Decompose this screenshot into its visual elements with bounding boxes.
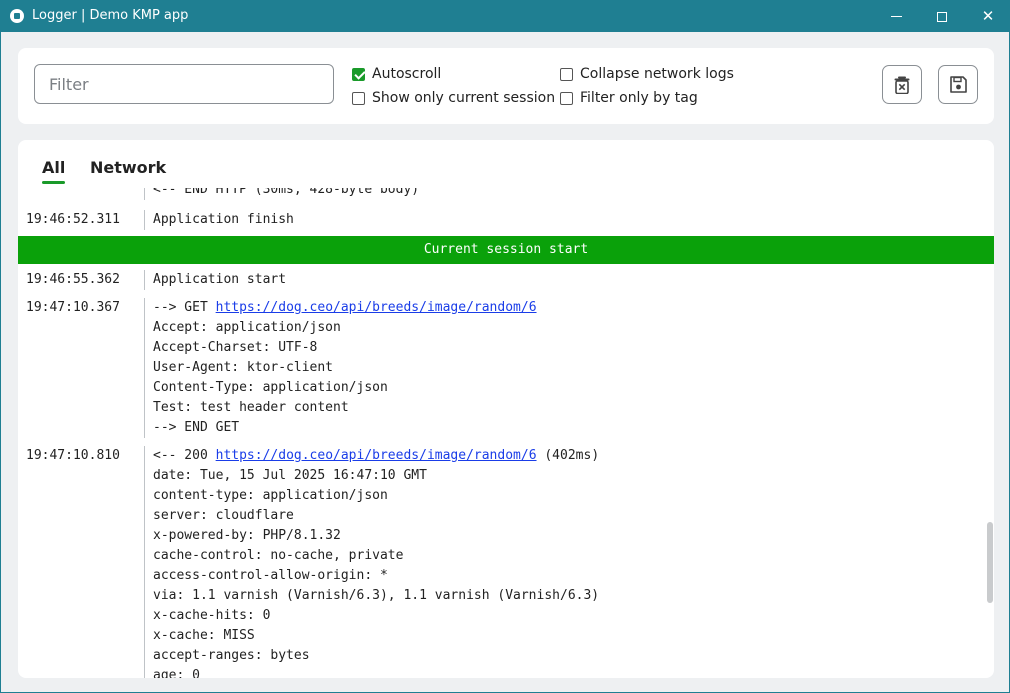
log-line: <-- END HTTP (30ms, 428-byte body): [153, 188, 420, 197]
log-line: Accept-Charset: UTF-8: [153, 340, 318, 355]
request-url-link[interactable]: https://dog.ceo/api/breeds/image/random/…: [216, 300, 537, 315]
collapse-network-box[interactable]: [560, 67, 573, 81]
show-current-session-box[interactable]: [352, 91, 365, 105]
save-logs-button[interactable]: [938, 65, 978, 104]
session-start-banner: Current session start: [18, 236, 994, 264]
response-status: <-- 200: [153, 448, 216, 463]
log-scrollbar[interactable]: [987, 522, 993, 603]
title-bar[interactable]: Logger | Demo KMP app ✕: [1, 1, 1010, 32]
toolbar: Autoscroll Show only current session Col…: [18, 48, 994, 124]
log-line: server: cloudflare: [153, 508, 294, 523]
maximize-icon: [937, 11, 947, 22]
log-line: accept-ranges: bytes: [153, 648, 310, 663]
filter-by-tag-box[interactable]: [560, 91, 573, 105]
log-line: User-Agent: ktor-client: [153, 360, 334, 375]
request-method: --> GET: [153, 300, 216, 315]
log-line: x-powered-by: PHP/8.1.32: [153, 528, 341, 543]
autoscroll-label: Autoscroll: [372, 66, 442, 82]
log-timestamp: 19:47:10.367: [26, 300, 120, 315]
log-entry[interactable]: 19:46:55.362 Application start: [18, 270, 978, 290]
filter-input[interactable]: [34, 64, 334, 104]
collapse-network-checkbox[interactable]: Collapse network logs: [560, 66, 734, 82]
log-line: age: 0: [153, 668, 200, 678]
log-list[interactable]: <-- END HTTP (30ms, 428-byte body) 19:46…: [18, 188, 994, 678]
log-line: date: Tue, 15 Jul 2025 16:47:10 GMT: [153, 468, 427, 483]
save-icon: [949, 76, 967, 93]
log-entry[interactable]: 19:46:52.311 Application finish: [18, 210, 978, 230]
close-icon: ✕: [981, 7, 995, 25]
autoscroll-checkbox[interactable]: Autoscroll: [352, 66, 441, 82]
show-current-session-checkbox[interactable]: Show only current session: [352, 90, 555, 106]
close-button[interactable]: ✕: [965, 1, 1010, 32]
minimize-button[interactable]: [873, 1, 919, 32]
log-line: Accept: application/json: [153, 320, 341, 335]
log-entry[interactable]: 19:47:10.810 <-- 200 https://dog.ceo/api…: [18, 446, 978, 678]
delete-icon: [894, 76, 910, 94]
log-line: access-control-allow-origin: *: [153, 568, 388, 583]
log-panel: All Network <-- END HTTP (30ms, 428-byte…: [18, 140, 994, 678]
tab-network[interactable]: Network: [90, 158, 166, 177]
response-url-link[interactable]: https://dog.ceo/api/breeds/image/random/…: [216, 448, 537, 463]
log-line: x-cache: MISS: [153, 628, 255, 643]
log-entry[interactable]: 19:47:10.367 --> GET https://dog.ceo/api…: [18, 298, 978, 438]
log-line: via: 1.1 varnish (Varnish/6.3), 1.1 varn…: [153, 588, 600, 603]
app-icon: [10, 9, 24, 23]
filter-by-tag-label: Filter only by tag: [580, 90, 698, 106]
maximize-button[interactable]: [919, 1, 965, 32]
log-timestamp: 19:46:52.311: [26, 212, 120, 227]
tab-all[interactable]: All: [42, 158, 65, 177]
show-current-session-label: Show only current session: [372, 90, 556, 106]
window-title: Logger | Demo KMP app: [32, 8, 189, 23]
log-line: cache-control: no-cache, private: [153, 548, 404, 563]
log-line: Content-Type: application/json: [153, 380, 388, 395]
log-line: Test: test header content: [153, 400, 349, 415]
log-line: Application finish: [153, 212, 294, 227]
clear-logs-button[interactable]: [882, 65, 922, 104]
log-line: content-type: application/json: [153, 488, 388, 503]
log-timestamp: 19:46:55.362: [26, 272, 120, 287]
collapse-network-label: Collapse network logs: [580, 66, 734, 82]
response-duration: (402ms): [536, 448, 600, 463]
active-tab-indicator: [42, 181, 65, 184]
autoscroll-check-icon[interactable]: [352, 67, 365, 81]
log-line: Application start: [153, 272, 287, 287]
log-line: x-cache-hits: 0: [153, 608, 271, 623]
log-line: --> END GET: [153, 420, 240, 435]
log-timestamp: 19:47:10.810: [26, 448, 120, 463]
filter-by-tag-checkbox[interactable]: Filter only by tag: [560, 90, 698, 106]
log-entry[interactable]: <-- END HTTP (30ms, 428-byte body): [18, 188, 978, 200]
minimize-icon: [890, 16, 902, 17]
logger-window: Logger | Demo KMP app ✕ Autoscroll Show …: [0, 0, 1010, 693]
